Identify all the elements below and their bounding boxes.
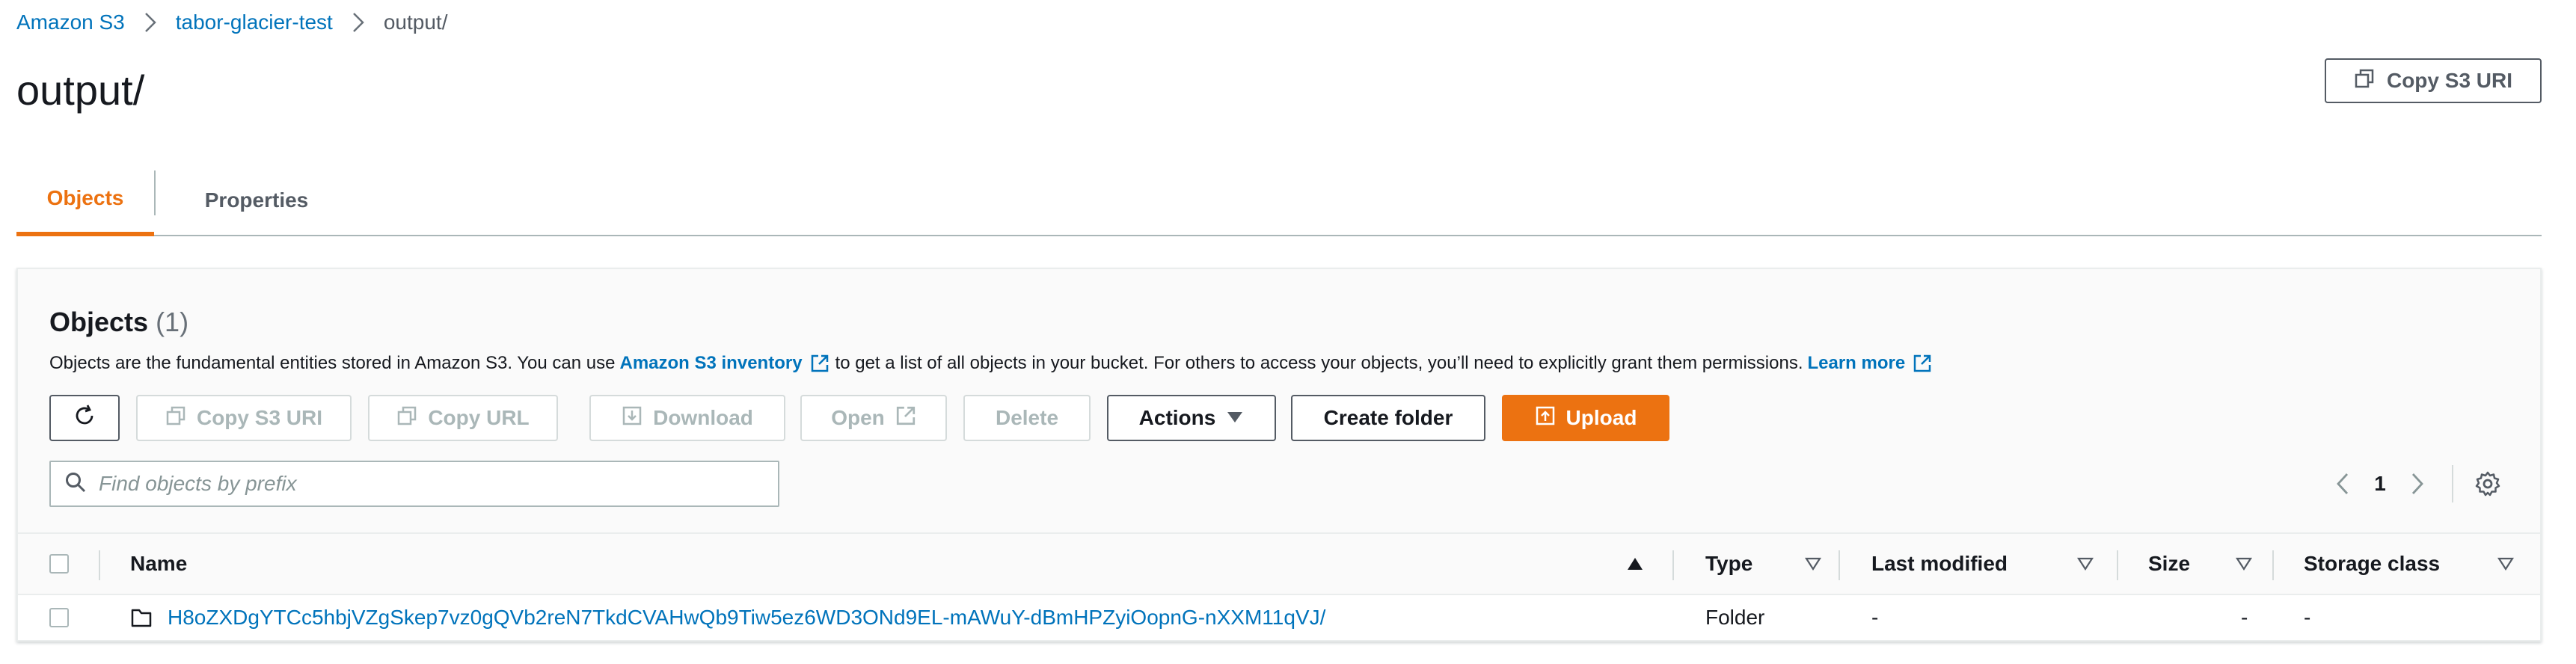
chevron-left-icon[interactable]: [2326, 467, 2359, 500]
folder-icon: [130, 595, 153, 640]
external-link-icon: [1913, 354, 1932, 373]
search-input[interactable]: [99, 472, 757, 496]
column-header-name[interactable]: Name: [130, 534, 187, 594]
copy-s3-uri-header-label: Copy S3 URI: [2386, 69, 2513, 92]
download-button[interactable]: Download: [589, 395, 785, 441]
object-type: Folder: [1705, 606, 1765, 629]
object-size: -: [2241, 606, 2248, 629]
breadcrumb-amazon-s3[interactable]: Amazon S3: [16, 10, 125, 34]
copy-s3-uri-button[interactable]: Copy S3 URI: [136, 395, 352, 441]
amazon-s3-inventory-link[interactable]: Amazon S3 inventory: [619, 353, 802, 374]
copy-icon: [165, 405, 186, 431]
chevron-right-icon[interactable]: [2401, 467, 2434, 500]
select-all-checkbox[interactable]: [49, 534, 69, 594]
table-row: H8oZXDgYTCc5hbjVZgSkep7vz0gQVb2reN7TkdCV…: [18, 595, 2540, 640]
delete-button[interactable]: Delete: [963, 395, 1091, 441]
objects-panel: Objects (1) Objects are the fundamental …: [16, 268, 2542, 642]
panel-title-text: Objects: [49, 307, 149, 337]
row-select[interactable]: [49, 595, 69, 640]
page-title: output/: [16, 67, 145, 114]
sort-descending-icon[interactable]: [2076, 534, 2094, 594]
pagination: 1: [2326, 461, 2504, 507]
description-text-middle: to get a list of all objects in your buc…: [835, 353, 1803, 373]
column-header-size[interactable]: Size: [2148, 534, 2190, 594]
tab-objects[interactable]: Objects: [16, 165, 154, 236]
copy-url-button[interactable]: Copy URL: [368, 395, 558, 441]
table-header: Name Type Last modified Size Storage cla…: [18, 532, 2540, 595]
checkbox[interactable]: [49, 554, 69, 574]
actions-label: Actions: [1138, 406, 1216, 429]
object-count: (1): [156, 307, 189, 337]
breadcrumb-bucket[interactable]: tabor-glacier-test: [176, 10, 333, 34]
external-link-icon: [895, 405, 916, 431]
open-button[interactable]: Open: [800, 395, 947, 441]
breadcrumb-current: output/: [383, 10, 448, 34]
column-separator: [2117, 550, 2118, 580]
create-folder-label: Create folder: [1323, 406, 1453, 429]
column-separator: [2272, 550, 2274, 580]
refresh-icon: [72, 403, 97, 434]
tab-bar: Objects Properties: [16, 165, 2542, 236]
object-last-modified: -: [1871, 606, 1879, 629]
sort-descending-icon[interactable]: [1804, 534, 1822, 594]
external-link-icon: [810, 354, 829, 373]
download-icon: [622, 405, 643, 431]
download-label: Download: [653, 406, 753, 429]
sort-descending-icon[interactable]: [2235, 534, 2253, 594]
panel-description: Objects are the fundamental entities sto…: [49, 353, 1938, 374]
caret-down-icon: [1226, 406, 1244, 430]
column-header-last-modified[interactable]: Last modified: [1871, 534, 2008, 594]
create-folder-button[interactable]: Create folder: [1291, 395, 1485, 441]
panel-title: Objects (1): [49, 307, 188, 338]
column-separator: [99, 550, 100, 580]
object-storage-class: -: [2304, 606, 2311, 629]
delete-label: Delete: [995, 406, 1059, 429]
gear-icon[interactable]: [2471, 467, 2504, 500]
learn-more-link[interactable]: Learn more: [1807, 353, 1905, 374]
current-page-number[interactable]: 1: [2359, 472, 2401, 496]
chevron-right-icon: [343, 7, 373, 37]
actions-dropdown[interactable]: Actions: [1107, 395, 1276, 441]
sort-descending-icon[interactable]: [2497, 534, 2515, 594]
copy-s3-uri-label: Copy S3 URI: [196, 406, 323, 429]
copy-icon: [396, 405, 417, 431]
pager-divider: [2452, 465, 2453, 502]
search-box: [49, 461, 779, 507]
breadcrumb: Amazon S3 tabor-glacier-test output/: [16, 7, 447, 37]
copy-s3-uri-header-button[interactable]: Copy S3 URI: [2325, 58, 2542, 103]
column-header-type[interactable]: Type: [1705, 534, 1752, 594]
checkbox[interactable]: [49, 608, 69, 627]
sort-ascending-icon[interactable]: [1626, 534, 1644, 594]
refresh-button[interactable]: [49, 395, 120, 441]
tab-properties[interactable]: Properties: [156, 165, 358, 236]
column-header-storage-class[interactable]: Storage class: [2304, 534, 2440, 594]
column-separator: [1672, 550, 1674, 580]
column-separator: [1839, 550, 1840, 580]
chevron-right-icon: [135, 7, 165, 37]
upload-label: Upload: [1565, 406, 1637, 429]
search-icon: [64, 471, 87, 497]
description-text-start: Objects are the fundamental entities sto…: [49, 353, 616, 373]
copy-icon: [2354, 68, 2375, 94]
copy-url-label: Copy URL: [428, 406, 530, 429]
upload-icon: [1535, 405, 1556, 431]
open-label: Open: [831, 406, 885, 429]
object-name-link[interactable]: H8oZXDgYTCc5hbjVZgSkep7vz0gQVb2reN7TkdCV…: [168, 595, 1325, 640]
upload-button[interactable]: Upload: [1502, 395, 1669, 441]
